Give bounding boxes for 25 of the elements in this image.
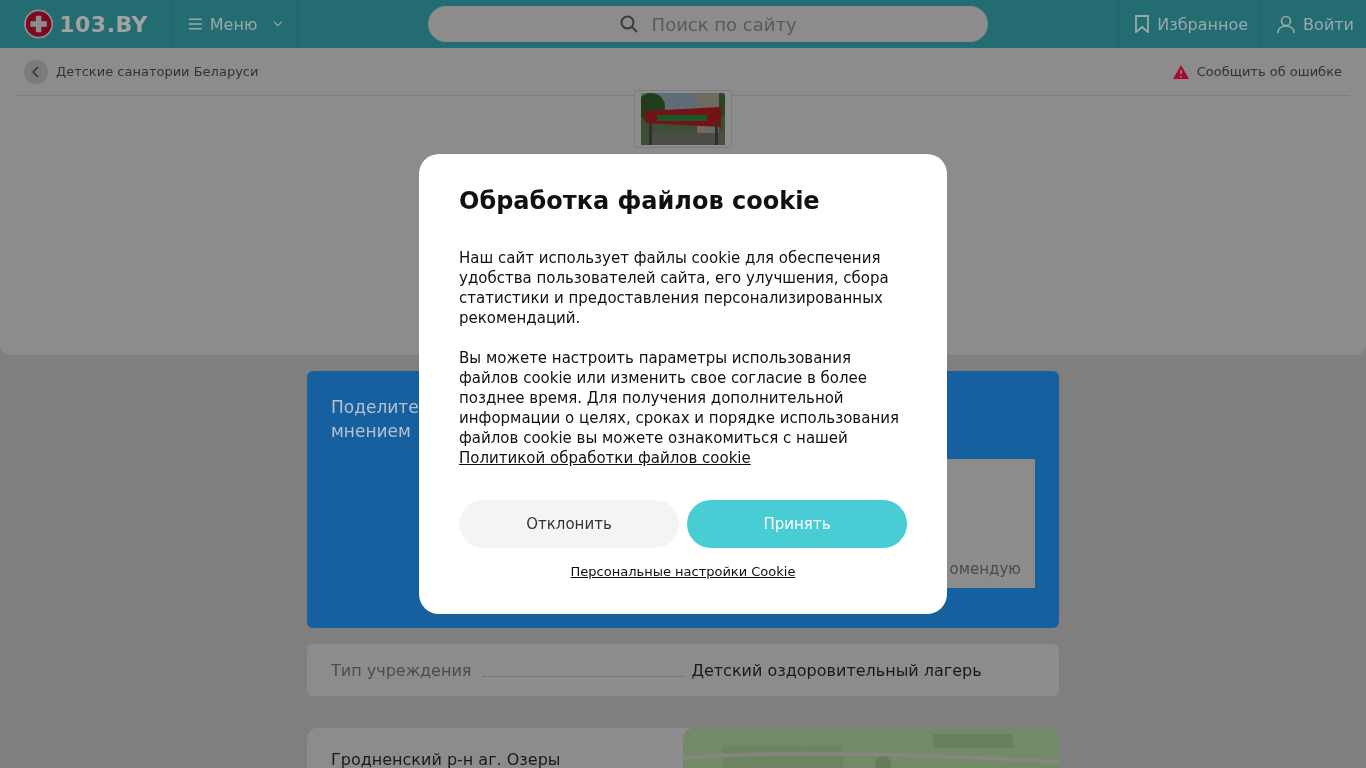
- logo-icon[interactable]: [24, 8, 54, 40]
- logo-text[interactable]: 103.BY: [59, 11, 148, 37]
- back-button[interactable]: [24, 59, 48, 84]
- report-error-link[interactable]: Сообщить об ошибке: [1196, 64, 1342, 79]
- info-label: Тип учреждения: [331, 660, 472, 680]
- decline-button[interactable]: Отклонить: [459, 500, 679, 548]
- search-icon: [619, 15, 638, 33]
- chevron-down-icon: [273, 20, 283, 28]
- warning-icon: [1172, 64, 1189, 79]
- photo-thumbnail[interactable]: [634, 90, 732, 148]
- cookie-settings-link[interactable]: Персональные настройки Cookie: [570, 564, 796, 579]
- dialog-paragraph: Вы можете настроить параметры использования файлов cookie или изменить свое согласие в более позднее время. Для получения дополнительной информации о целях, сроках и порядке использования файлов cookie вы можете ознакомиться с нашей Политикой обработки файлов cookie: [459, 348, 900, 468]
- policy-link[interactable]: Политикой обработки файлов cookie: [459, 449, 751, 467]
- dialog-paragraph: Наш сайт использует файлы cookie для обеспечения удобства пользователей сайта, его улучшения, сбора статистики и предоставления персонализированных рекомендаций.: [459, 248, 890, 328]
- breadcrumb-link[interactable]: Детские санатории Беларуси: [56, 64, 259, 79]
- chevron-left-icon: [32, 65, 40, 78]
- review-title: Поделите: [331, 396, 419, 419]
- address-text: Гродненский р-н аг. Озеры: [330, 749, 562, 768]
- info-value: Детский оздоровительный лагерь: [691, 660, 982, 680]
- bookmark-icon: [1135, 15, 1150, 33]
- menu-icon: [189, 17, 202, 31]
- review-title: мнением: [331, 420, 411, 443]
- dialog-title: Обработка файлов cookie: [459, 186, 821, 216]
- user-icon: [1277, 15, 1296, 33]
- accept-button[interactable]: Принять: [687, 500, 907, 548]
